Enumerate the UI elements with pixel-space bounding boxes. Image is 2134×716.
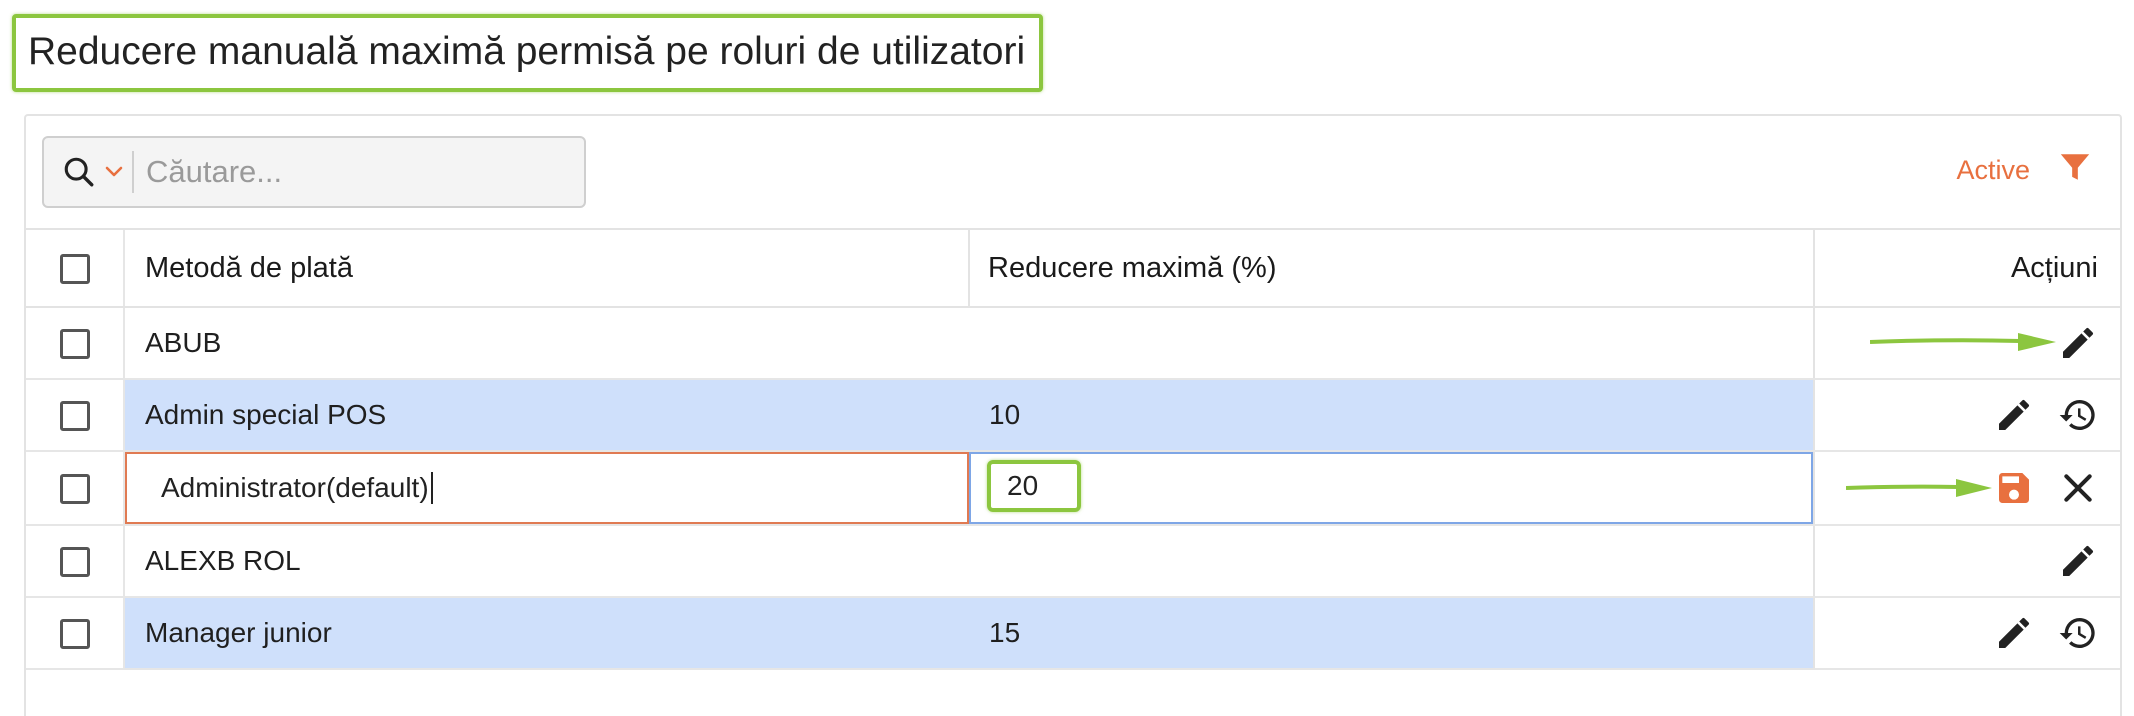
text-cursor xyxy=(430,472,433,504)
row-value: 10 xyxy=(969,379,1814,452)
toolbar: Active xyxy=(26,116,2120,230)
row-actions xyxy=(1813,379,2120,452)
row-value: 15 xyxy=(969,597,1814,670)
row-check-cell xyxy=(26,525,125,598)
table-row[interactable]: Admin special POS 10 xyxy=(26,379,2120,452)
row-checkbox[interactable] xyxy=(59,619,90,650)
edit-icon[interactable] xyxy=(1994,395,2034,435)
row-name: ALEXB ROL xyxy=(124,525,969,598)
annotation-arrow-edit xyxy=(1870,333,2056,351)
row-value xyxy=(969,307,1814,380)
page-title-highlight: Reducere manuală maximă permisă pe rolur… xyxy=(12,14,1044,92)
table-row[interactable]: ALEXB ROL xyxy=(26,525,2120,598)
name-edit-input[interactable]: Administrator(default) xyxy=(125,452,969,524)
row-name-cell: Administrator(default) xyxy=(124,451,969,526)
roles-discount-panel: Active Metodă de plată Reducere maximă (… xyxy=(24,114,2122,716)
filter-icon[interactable] xyxy=(2058,150,2092,191)
row-actions xyxy=(1813,597,2120,670)
table-row[interactable]: ABUB xyxy=(26,307,2120,380)
value-edit-highlight: 20 xyxy=(987,460,1081,512)
table-row[interactable]: Manager junior 15 xyxy=(26,597,2120,670)
value-edit-text: 20 xyxy=(1007,470,1039,501)
chevron-down-icon[interactable] xyxy=(96,138,132,206)
close-icon[interactable] xyxy=(2058,468,2098,508)
page-title: Reducere manuală maximă permisă pe rolur… xyxy=(28,30,1026,73)
filter-label: Active xyxy=(1956,155,2030,185)
table-header-row: Metodă de plată Reducere maximă (%) Acți… xyxy=(26,230,2120,308)
row-checkbox[interactable] xyxy=(59,474,90,505)
row-name: Manager junior xyxy=(124,597,969,670)
row-check-cell xyxy=(26,307,125,380)
annotation-arrow-save xyxy=(1846,479,1992,497)
row-value-cell: 20 xyxy=(969,451,1814,526)
edit-icon[interactable] xyxy=(2058,541,2098,581)
header-actions: Acțiuni xyxy=(1813,230,2120,308)
row-name: ABUB xyxy=(124,307,969,380)
active-filter[interactable]: Active xyxy=(1956,150,2092,191)
row-check-cell xyxy=(26,379,125,452)
history-icon[interactable] xyxy=(2058,395,2098,435)
row-checkbox[interactable] xyxy=(59,547,90,578)
search-input[interactable] xyxy=(134,141,548,203)
select-all-checkbox[interactable] xyxy=(59,253,90,284)
search-icon[interactable] xyxy=(44,138,96,206)
row-actions xyxy=(1813,525,2120,598)
roles-table: Metodă de plată Reducere maximă (%) Acți… xyxy=(26,230,2120,670)
row-checkbox[interactable] xyxy=(59,329,90,360)
row-name: Admin special POS xyxy=(124,379,969,452)
table-row-editing[interactable]: Administrator(default) 20 xyxy=(26,451,2120,526)
edit-icon[interactable] xyxy=(2058,323,2098,363)
header-value[interactable]: Reducere maximă (%) xyxy=(968,230,1814,308)
name-edit-text: Administrator(default) xyxy=(161,472,429,503)
save-icon[interactable] xyxy=(1994,468,2034,508)
row-check-cell xyxy=(26,597,125,670)
search-box xyxy=(42,136,586,208)
select-all-cell xyxy=(26,230,125,308)
header-name[interactable]: Metodă de plată xyxy=(124,230,969,308)
value-edit-input[interactable]: 20 xyxy=(969,452,1813,524)
history-icon[interactable] xyxy=(2058,613,2098,653)
row-check-cell xyxy=(26,451,125,526)
row-value xyxy=(969,525,1814,598)
edit-icon[interactable] xyxy=(1994,613,2034,653)
row-checkbox[interactable] xyxy=(59,401,90,432)
